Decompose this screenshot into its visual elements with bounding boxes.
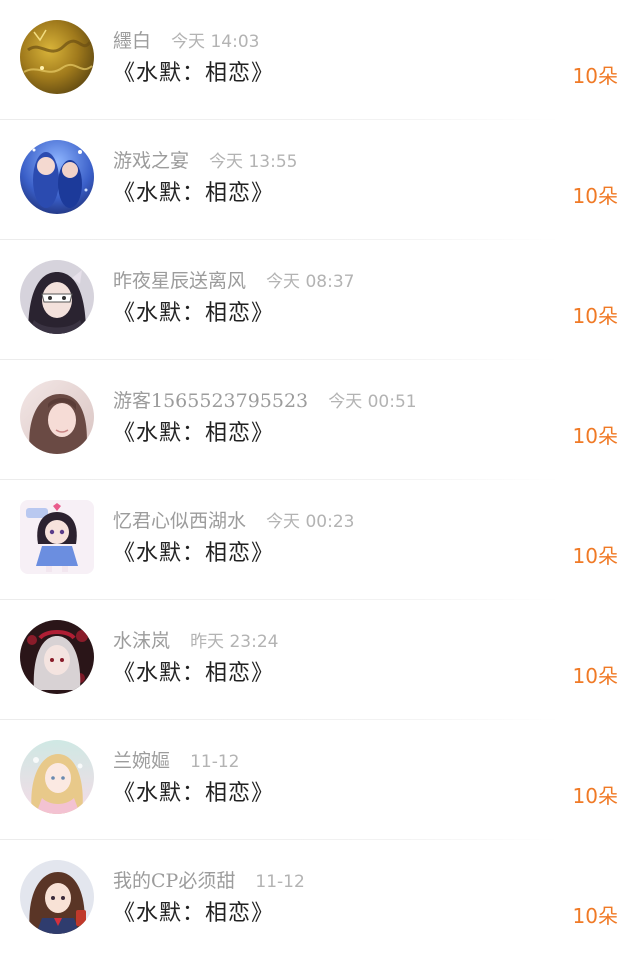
book-title[interactable]: 《水默：相恋》 [113,298,274,330]
book-title[interactable]: 《水默：相恋》 [113,58,274,90]
gift-meta: 游戏之宴 今天 13:55 [113,148,297,175]
avatar[interactable] [20,20,94,94]
list-item[interactable]: 纆白 今天 14:03 《水默：相恋》 10朵 [0,0,640,120]
timestamp: 11-12 [255,872,305,892]
book-title[interactable]: 《水默：相恋》 [113,538,274,570]
pastel-anime-girl-avatar-icon [20,740,94,814]
list-item[interactable]: 我的CP必须甜 11-12 《水默：相恋》 10朵 [0,840,640,960]
username[interactable]: 忆君心似西湖水 [113,510,246,532]
gift-count: 10朵 [572,544,618,568]
gift-record-list: 纆白 今天 14:03 《水默：相恋》 10朵 游戏之宴 今天 13:55 《水… [0,0,640,962]
avatar[interactable] [20,500,94,574]
gift-meta: 我的CP必须甜 11-12 [113,868,305,895]
gift-count: 10朵 [572,424,618,448]
avatar[interactable] [20,380,94,454]
gift-count: 10朵 [572,304,618,328]
gift-count: 10朵 [572,184,618,208]
timestamp: 11-12 [190,752,240,772]
list-item[interactable]: 兰婉嫗 11-12 《水默：相恋》 10朵 [0,720,640,840]
gift-count: 10朵 [572,904,618,928]
chibi-girl-avatar-icon [20,500,94,574]
gift-count: 10朵 [572,784,618,808]
dark-anime-girl-avatar-icon [20,620,94,694]
timestamp: 今天 00:23 [266,512,355,532]
username[interactable]: 我的CP必须甜 [113,870,235,892]
list-item[interactable]: 昨夜星辰送离风 今天 08:37 《水默：相恋》 10朵 [0,240,640,360]
username[interactable]: 兰婉嫗 [113,750,170,772]
book-title[interactable]: 《水默：相恋》 [113,178,274,210]
list-item[interactable]: 忆君心似西湖水 今天 00:23 《水默：相恋》 10朵 [0,480,640,600]
gift-meta: 昨夜星辰送离风 今天 08:37 [113,268,354,295]
list-item[interactable]: 游客1565523795523 今天 00:51 《水默：相恋》 10朵 [0,360,640,480]
book-title[interactable]: 《水默：相恋》 [113,898,274,930]
avatar[interactable] [20,140,94,214]
username[interactable]: 水沫岚 [113,630,170,652]
gift-meta: 纆白 今天 14:03 [113,28,259,55]
gift-count: 10朵 [572,664,618,688]
avatar[interactable] [20,620,94,694]
gift-count: 10朵 [572,64,618,88]
avatar[interactable] [20,860,94,934]
gift-meta: 水沫岚 昨天 23:24 [113,628,278,655]
avatar[interactable] [20,260,94,334]
masked-anime-girl-avatar-icon [20,260,94,334]
girl-photo-avatar-icon [20,380,94,454]
brown-hair-anime-girl-avatar-icon [20,860,94,934]
timestamp: 今天 00:51 [328,392,417,412]
gift-meta: 忆君心似西湖水 今天 00:23 [113,508,354,535]
book-title[interactable]: 《水默：相恋》 [113,778,274,810]
username[interactable]: 游戏之宴 [113,150,189,172]
username[interactable]: 游客1565523795523 [113,390,308,412]
timestamp: 今天 13:55 [209,152,298,172]
golden-texture-avatar-icon [20,20,94,94]
timestamp: 今天 08:37 [266,272,355,292]
username[interactable]: 纆白 [113,30,151,52]
timestamp: 昨天 23:24 [190,632,279,652]
book-title[interactable]: 《水默：相恋》 [113,418,274,450]
gift-meta: 游客1565523795523 今天 00:51 [113,388,417,415]
avatar[interactable] [20,740,94,814]
gift-meta: 兰婉嫗 11-12 [113,748,239,775]
blue-anime-couple-avatar-icon [20,140,94,214]
timestamp: 今天 14:03 [171,32,260,52]
username[interactable]: 昨夜星辰送离风 [113,270,246,292]
book-title[interactable]: 《水默：相恋》 [113,658,274,690]
list-item[interactable]: 游戏之宴 今天 13:55 《水默：相恋》 10朵 [0,120,640,240]
list-item[interactable]: 水沫岚 昨天 23:24 《水默：相恋》 10朵 [0,600,640,720]
